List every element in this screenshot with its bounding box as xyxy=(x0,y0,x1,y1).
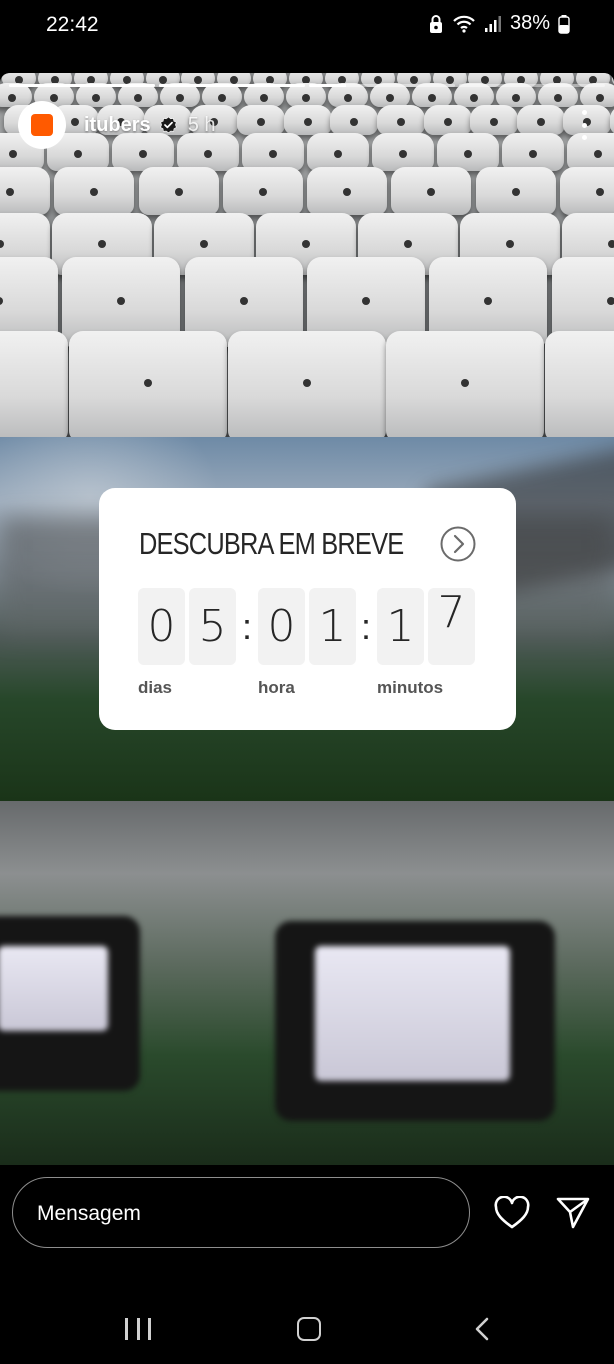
stadium-seat xyxy=(386,331,545,437)
avatar[interactable] xyxy=(18,101,66,149)
home-icon[interactable] xyxy=(297,1317,321,1341)
countdown-label-minutes: minutos xyxy=(377,678,444,697)
stadium-seat xyxy=(372,133,434,171)
stadium-seat xyxy=(475,167,556,215)
stadium-seat xyxy=(307,167,387,215)
countdown-sticker[interactable]: DESCUBRA EM BREVE 0 5 : 0 1 : 1 7 dias h… xyxy=(99,488,516,730)
countdown-label-days: dias xyxy=(138,678,173,697)
story-time-ago: 5 h xyxy=(187,113,216,136)
countdown-digit: 1 xyxy=(309,588,356,665)
stadium-seat xyxy=(470,105,519,135)
countdown-title: DESCUBRA EM BREVE xyxy=(139,526,404,561)
stadium-seat xyxy=(391,167,472,215)
stadium-seat xyxy=(237,105,286,135)
countdown-digit: 5 xyxy=(189,588,236,665)
stadium-seat xyxy=(307,133,369,171)
countdown-separator: : xyxy=(241,606,252,647)
back-icon[interactable] xyxy=(470,1316,496,1342)
system-navigation-bar xyxy=(0,1290,614,1364)
progress-segment xyxy=(459,84,605,87)
stadium-seat xyxy=(54,167,135,215)
stadium-seat xyxy=(545,331,614,437)
status-time: 22:42 xyxy=(46,13,99,36)
instagram-story-screen: 22:42 38% itubers 5 h DESCUBRA EM BREVE … xyxy=(0,0,614,1364)
stadium-seat xyxy=(0,167,50,215)
username[interactable]: itubers xyxy=(84,114,151,137)
countdown-digit: 0 xyxy=(258,588,305,665)
itubers-logo xyxy=(31,114,53,136)
status-bar: 22:42 38% xyxy=(0,0,614,52)
wifi-icon xyxy=(453,15,475,33)
stadium-seat xyxy=(68,331,227,437)
stadium-seat xyxy=(376,105,425,135)
chevron-right-circle-icon[interactable] xyxy=(440,526,476,562)
send-icon[interactable] xyxy=(555,1196,591,1230)
stadium-seat xyxy=(516,105,565,135)
stadium-seat xyxy=(138,167,219,215)
stadium-seat xyxy=(423,105,472,135)
stadium-seat xyxy=(330,105,379,135)
more-options-icon[interactable] xyxy=(576,110,592,140)
countdown-digit: 7 xyxy=(428,588,475,665)
stadium-seat xyxy=(283,105,332,135)
stadium-seat xyxy=(0,331,68,437)
battery-percent: 38% xyxy=(509,12,550,34)
stadium-seat xyxy=(502,133,564,171)
progress-segment xyxy=(159,84,305,87)
stadium-monitors-image xyxy=(0,801,614,1165)
lock-icon xyxy=(429,14,442,33)
progress-segment xyxy=(309,84,455,87)
story-header[interactable]: itubers 5 h xyxy=(18,101,216,149)
battery-icon xyxy=(558,14,570,34)
recent-apps-icon[interactable] xyxy=(125,1318,151,1340)
countdown-digit: 0 xyxy=(138,588,185,665)
heart-icon[interactable] xyxy=(494,1196,530,1230)
countdown-separator: : xyxy=(360,606,371,647)
message-input[interactable]: Mensagem xyxy=(12,1177,470,1248)
stadium-seat xyxy=(227,331,386,437)
status-icons: 38% xyxy=(428,12,570,35)
stadium-seat xyxy=(559,167,614,215)
story-progress-bar xyxy=(9,84,605,87)
stadium-seat xyxy=(610,105,614,135)
verified-badge-icon xyxy=(159,116,177,133)
countdown-digit: 1 xyxy=(377,588,424,665)
progress-segment xyxy=(9,84,155,87)
countdown-label-hours: hora xyxy=(258,678,295,697)
stadium-seat xyxy=(222,167,303,215)
stadium-seat xyxy=(242,133,304,171)
stadium-seat xyxy=(437,133,499,171)
signal-icon xyxy=(484,15,501,32)
message-placeholder: Mensagem xyxy=(37,1202,141,1225)
